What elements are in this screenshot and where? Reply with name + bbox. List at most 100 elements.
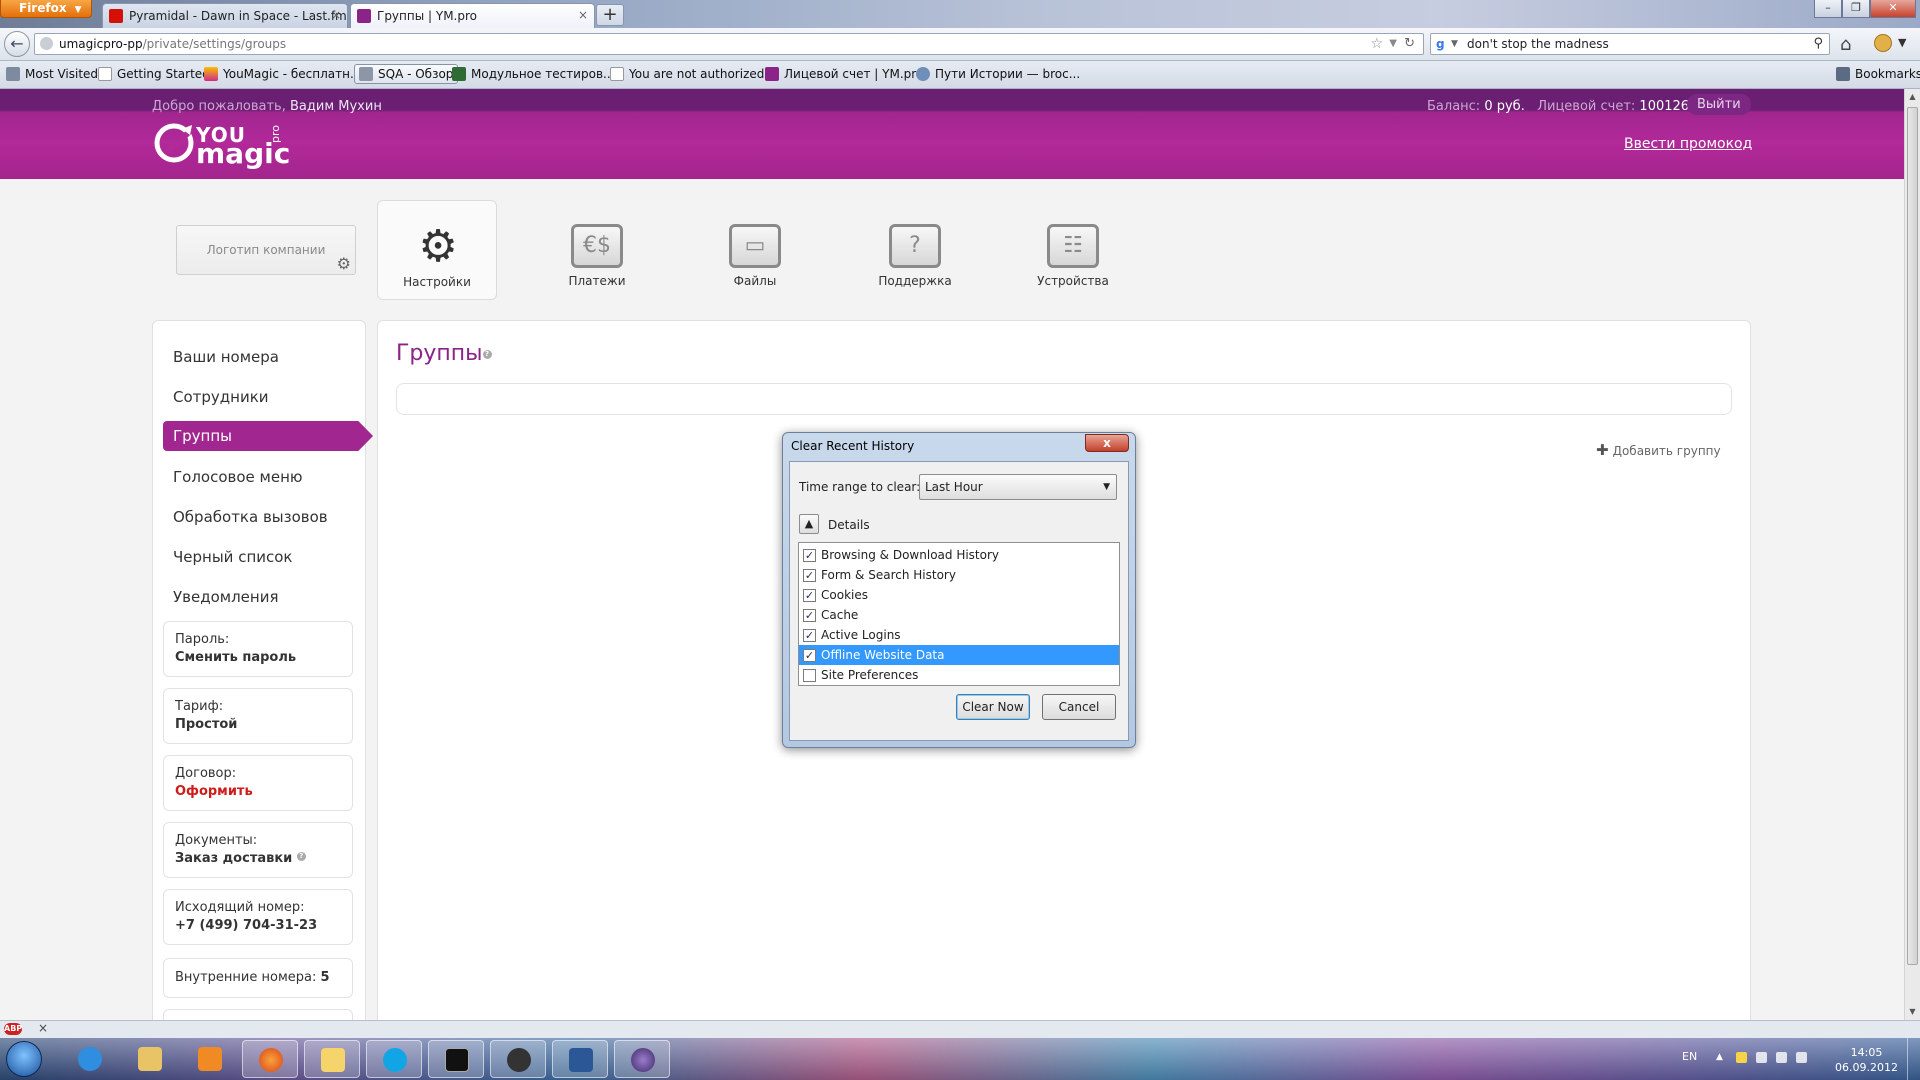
promo-code-link[interactable]: Ввести промокод [1624, 136, 1752, 152]
checkbox-checked[interactable]: ✓ [803, 649, 816, 662]
change-password-link[interactable]: Сменить пароль [175, 650, 341, 665]
nav-settings[interactable]: ⚙ Настройки [377, 200, 497, 300]
show-desktop-button[interactable] [1907, 1038, 1920, 1080]
minimize-button[interactable]: – [1814, 0, 1842, 18]
sidebar-item-call-handling[interactable]: Обработка вызовов [173, 508, 328, 526]
sidebar-item-numbers[interactable]: Ваши номера [173, 348, 279, 366]
bookmark-most-visited[interactable]: Most Visited [6, 67, 98, 81]
update-icon[interactable] [1736, 1052, 1747, 1063]
page-scrollbar[interactable]: ▲ ▼ [1904, 89, 1920, 1020]
taskbar-ie[interactable] [62, 1040, 118, 1078]
history-item-cache[interactable]: ✓ Cache [799, 605, 1119, 625]
nav-devices[interactable]: ☷ Устройства [1013, 200, 1133, 300]
addon-icon[interactable] [1874, 34, 1892, 52]
taskbar-skype[interactable] [366, 1040, 422, 1078]
sidebar-item-employees[interactable]: Сотрудники [173, 388, 269, 406]
scroll-down-icon[interactable]: ▼ [1905, 1004, 1920, 1020]
taskbar-media[interactable] [182, 1040, 238, 1078]
scroll-up-icon[interactable]: ▲ [1905, 89, 1920, 105]
language-indicator[interactable]: EN [1682, 1050, 1697, 1063]
taskbar-word[interactable] [552, 1040, 608, 1078]
checkbox-checked[interactable]: ✓ [803, 609, 816, 622]
checkbox-checked[interactable]: ✓ [803, 569, 816, 582]
chevron-down-icon[interactable]: ▼ [1451, 34, 1458, 54]
dialog-close-button[interactable]: x [1085, 434, 1129, 452]
outgoing-number-value[interactable]: +7 (499) 704-31-23 [175, 918, 341, 933]
restore-button[interactable]: ❐ [1842, 0, 1870, 18]
help-icon[interactable]: ? [482, 350, 492, 359]
reload-icon[interactable]: ↻ [1404, 34, 1415, 54]
details-toggle-button[interactable]: ▲ [799, 514, 819, 534]
gear-icon[interactable]: ⚙ [337, 256, 351, 272]
bookmark-not-authorized[interactable]: You are not authorized... [610, 67, 776, 81]
history-item-site-preferences[interactable]: Site Preferences [799, 665, 1119, 685]
history-item-offline-data[interactable]: ✓ Offline Website Data [799, 645, 1119, 665]
tab-ympro[interactable]: Группы | YM.pro × [350, 3, 595, 28]
checkbox-checked[interactable]: ✓ [803, 629, 816, 642]
bookmarks-menu[interactable]: Bookmarks [1836, 67, 1920, 81]
sidebar-item-groups[interactable]: Группы [163, 421, 373, 451]
documents-link[interactable]: Заказ доставки ? [175, 851, 341, 866]
back-button[interactable]: ← [4, 31, 30, 57]
tray-expand-icon[interactable]: ▲ [1716, 1052, 1727, 1063]
new-tab-button[interactable]: + [596, 4, 624, 26]
search-icon[interactable]: ⚲ [1813, 34, 1823, 54]
close-icon[interactable]: × [331, 8, 341, 22]
bookmark-history-paths[interactable]: Пути Истории — broc... [916, 67, 1080, 81]
contract-link[interactable]: Оформить [175, 784, 341, 799]
sidebar-item-blacklist[interactable]: Черный список [173, 548, 293, 566]
bookmark-sqa[interactable]: SQA - Обзор [354, 64, 459, 84]
sidebar-item-voice-menu[interactable]: Голосовое меню [173, 468, 303, 486]
nav-support[interactable]: ? Поддержка [855, 200, 975, 300]
clear-now-button[interactable]: Clear Now [956, 694, 1030, 720]
groups-filter-bar[interactable] [396, 383, 1732, 415]
checkbox-checked[interactable]: ✓ [803, 589, 816, 602]
history-item-active-logins[interactable]: ✓ Active Logins [799, 625, 1119, 645]
taskbar-firefox[interactable] [242, 1040, 298, 1078]
search-input[interactable]: g ▼ don't stop the madness ⚲ [1430, 33, 1830, 55]
time-range-select[interactable]: Last Hour ▼ [919, 474, 1117, 500]
checkbox-checked[interactable]: ✓ [803, 549, 816, 562]
add-group-button[interactable]: ✚ Добавить группу [1596, 441, 1721, 459]
firefox-menu-button[interactable]: Firefox ▼ [0, 0, 92, 18]
sidebar-item-notifications[interactable]: Уведомления [173, 588, 278, 606]
close-icon[interactable]: × [578, 8, 588, 22]
bookmark-getting-started[interactable]: Getting Started [98, 67, 210, 81]
history-item-cookies[interactable]: ✓ Cookies [799, 585, 1119, 605]
address-bar[interactable]: umagicpro-pp/private/settings/groups ☆ ▼… [34, 33, 1424, 55]
nav-files[interactable]: ▭ Файлы [695, 200, 815, 300]
history-item-browsing[interactable]: ✓ Browsing & Download History [799, 545, 1119, 565]
bookmark-youmagic[interactable]: YouMagic - бесплатн... [204, 67, 361, 81]
cancel-button[interactable]: Cancel [1042, 694, 1116, 720]
tariff-value[interactable]: Простой [175, 717, 341, 732]
network-icon[interactable] [1776, 1052, 1787, 1063]
bookmark-star-icon[interactable]: ☆ [1370, 34, 1383, 54]
youmagic-logo[interactable]: YOU magic pro [152, 121, 292, 171]
start-button[interactable] [6, 1041, 42, 1077]
scrollbar-thumb[interactable] [1907, 107, 1918, 965]
google-icon[interactable]: g [1436, 37, 1450, 51]
nav-payments[interactable]: €$ Платежи [537, 200, 657, 300]
bookmark-account[interactable]: Лицевой счет | YM.pro [765, 67, 923, 81]
tab-lastfm[interactable]: Pyramidal - Dawn in Space - Last.fm × [102, 3, 348, 28]
taskbar-github[interactable] [490, 1040, 546, 1078]
checkbox-unchecked[interactable] [803, 669, 816, 682]
bookmark-unit-testing[interactable]: Модульное тестиров... [452, 67, 614, 81]
chevron-down-icon[interactable]: ▼ [1389, 34, 1397, 54]
close-icon[interactable]: × [38, 1021, 48, 1035]
help-icon[interactable]: ? [296, 852, 306, 861]
flag-icon[interactable] [1756, 1052, 1767, 1063]
volume-icon[interactable] [1796, 1052, 1807, 1063]
taskbar-cmd[interactable] [428, 1040, 484, 1078]
company-logo-box[interactable]: Логотип компании ⚙ [176, 225, 356, 275]
home-icon[interactable]: ⌂ [1840, 34, 1851, 55]
taskbar-eclipse[interactable] [614, 1040, 670, 1078]
history-item-form-search[interactable]: ✓ Form & Search History [799, 565, 1119, 585]
chevron-down-icon[interactable]: ▼ [1898, 36, 1906, 49]
adblock-icon[interactable]: ABP [4, 1023, 22, 1035]
clock[interactable]: 14:05 06.09.2012 [1835, 1045, 1898, 1075]
logout-button[interactable]: Выйти [1687, 94, 1751, 115]
taskbar-explorer[interactable] [122, 1040, 178, 1078]
taskbar-mail[interactable] [304, 1040, 360, 1078]
window-close-button[interactable]: ✕ [1870, 0, 1916, 18]
